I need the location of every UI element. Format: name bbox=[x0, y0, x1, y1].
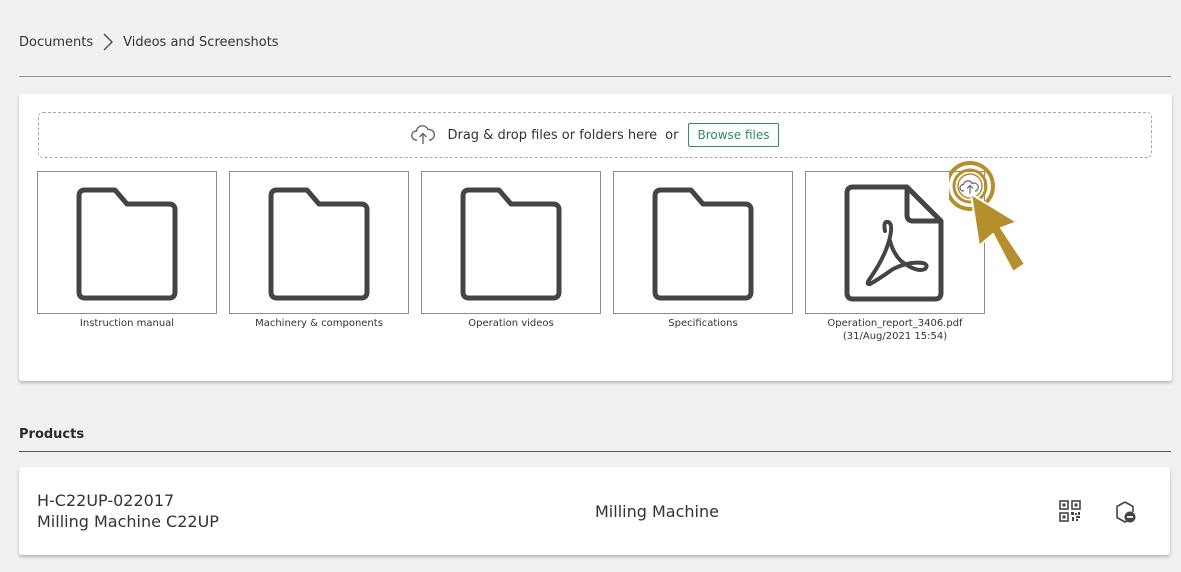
product-name: Milling Machine C22UP bbox=[37, 512, 219, 531]
documents-panel: Drag & drop files or folders here or Bro… bbox=[19, 94, 1172, 381]
folder-icon bbox=[268, 187, 370, 300]
cloud-upload-icon bbox=[411, 125, 436, 144]
tile-label: Instruction manual bbox=[79, 318, 175, 329]
pdf-file-icon bbox=[844, 184, 944, 301]
qr-code-icon[interactable] bbox=[1059, 500, 1081, 522]
dropzone-or: or bbox=[665, 127, 679, 143]
folder-icon bbox=[76, 187, 178, 300]
folder-tile[interactable]: Specifications bbox=[613, 171, 793, 330]
tile-date: (31/Aug/2021 15:54) bbox=[842, 331, 948, 342]
folder-icon bbox=[460, 187, 562, 300]
products-section-title: Products bbox=[19, 427, 85, 442]
breadcrumb-current: Videos and Screenshots bbox=[123, 34, 279, 50]
tile-label: Operation videos bbox=[468, 318, 554, 329]
folder-tile[interactable]: Machinery & components bbox=[229, 171, 409, 330]
product-id: H-C22UP-022017 bbox=[37, 491, 175, 510]
browse-files-button[interactable]: Browse files bbox=[688, 123, 779, 147]
product-type: Milling Machine bbox=[595, 502, 719, 521]
remove-product-icon[interactable] bbox=[1113, 500, 1137, 524]
product-row[interactable]: H-C22UP-022017 Milling Machine C22UP Mil… bbox=[19, 467, 1170, 555]
folder-icon bbox=[652, 187, 754, 300]
chevron-right-icon bbox=[103, 33, 114, 51]
products-divider bbox=[19, 451, 1171, 452]
tile-label: Machinery & components bbox=[255, 318, 383, 329]
breadcrumb: Documents Videos and Screenshots bbox=[19, 32, 279, 52]
breadcrumb-root[interactable]: Documents bbox=[19, 35, 93, 50]
dropzone-text: Drag & drop files or folders here bbox=[447, 127, 658, 143]
breadcrumb-divider bbox=[19, 76, 1171, 77]
tile-label: Operation_report_3406.pdf bbox=[827, 318, 963, 329]
upload-dropzone[interactable]: Drag & drop files or folders here or Bro… bbox=[38, 112, 1152, 158]
folder-tile[interactable]: Instruction manual bbox=[37, 171, 217, 330]
upload-cursor-icon bbox=[949, 161, 1026, 273]
folder-tile[interactable]: Operation videos bbox=[421, 171, 601, 330]
tile-label: Specifications bbox=[668, 318, 738, 329]
